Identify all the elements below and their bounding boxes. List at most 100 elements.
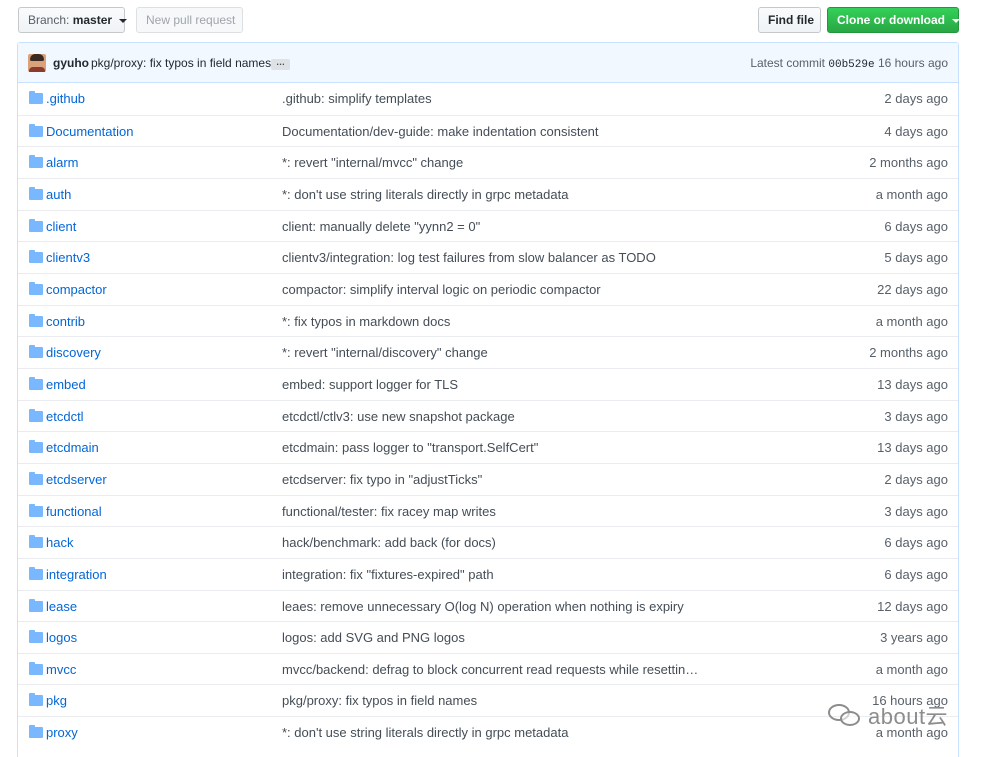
branch-select-button[interactable]: Branch: master [18,7,128,33]
avatar-shirt [29,67,45,72]
avatar[interactable] [28,54,46,72]
commit-age: 13 days ago [877,376,948,392]
folder-icon [29,598,43,612]
folder-icon [29,535,43,549]
commit-age: a month ago [875,313,948,329]
table-row: clientv3 clientv3/integration: log test f… [18,241,958,273]
wechat-bubble-small [840,711,860,726]
watermark-text: about云 [868,704,949,729]
commit-message-link[interactable]: *: revert "internal/mvcc" change [282,155,463,170]
expand-commit-button[interactable]: … [271,58,290,70]
commit-message-link[interactable]: *: fix typos in markdown docs [282,314,450,329]
repo-toolbar: Branch: master New pull request Find fil… [18,7,961,33]
commit-age: 3 days ago [884,408,948,424]
table-row: embed embed: support logger for TLS 13 day… [18,367,958,400]
file-name-link[interactable]: lease [46,599,77,614]
file-name-link[interactable]: functional [46,504,102,519]
folder-icon [29,345,43,359]
file-name-link[interactable]: etcdserver [46,472,107,487]
folder-icon [29,155,43,169]
file-name-link[interactable]: auth [46,187,71,202]
file-name-link[interactable]: clientv3 [46,250,90,265]
file-name-link[interactable]: proxy [46,725,78,740]
commit-message-link[interactable]: etcdserver: fix typo in "adjustTicks" [282,472,482,487]
file-name-link[interactable]: pkg [46,693,67,708]
folder-icon [29,218,43,232]
commit-message-link[interactable]: embed: support logger for TLS [282,377,458,392]
new-pull-request-button[interactable]: New pull request [136,7,243,33]
table-row: contrib *: fix typos in markdown docs a mo… [18,304,958,337]
folder-icon [29,440,43,454]
commit-message-link[interactable]: logos: add SVG and PNG logos [282,630,465,645]
commit-age: 13 days ago [877,440,948,456]
commit-author-link[interactable]: gyuho [53,56,89,70]
commit-age: 4 days ago [884,123,948,139]
table-row: etcdctl etcdctl/ctlv3: use new snapshot p… [18,399,958,432]
folder-icon [29,566,43,580]
table-row: lease leaes: remove unnecessary O(log N) … [18,589,958,622]
latest-commit-bar: gyuho pkg/proxy: fix typos in field name… [18,43,958,83]
commit-message-link[interactable]: pkg/proxy: fix typos in field names [91,56,271,70]
file-list: .github .github: simplify templates 2 days… [18,83,958,748]
commit-age: 16 hours ago [877,56,948,70]
file-name-link[interactable]: compactor [46,282,107,297]
commit-message-link[interactable]: client: manually delete "yynn2 = 0" [282,219,480,234]
file-name-link[interactable]: mvcc [46,662,76,677]
commit-sha-link[interactable]: 00b529e [828,59,874,71]
file-name-link[interactable]: client [46,219,76,234]
file-name-link[interactable]: integration [46,567,107,582]
caret-down-icon [119,18,128,23]
commit-message-link[interactable]: Documentation/dev-guide: make indentatio… [282,124,599,139]
file-name-link[interactable]: .github [46,91,85,106]
commit-message-link[interactable]: *: don't use string literals directly in… [282,187,568,202]
commit-message-link[interactable]: etcdmain: pass logger to "transport.Self… [282,440,538,455]
table-row: hack hack/benchmark: add back (for docs) 6… [18,526,958,558]
commit-age: a month ago [875,661,948,677]
file-name-link[interactable]: contrib [46,314,85,329]
commit-message-link[interactable]: etcdctl/ctlv3: use new snapshot package [282,409,515,424]
folder-icon [29,630,43,644]
commit-message-link[interactable]: pkg/proxy: fix typos in field names [282,693,477,708]
folder-icon [29,250,43,264]
file-table: gyuho pkg/proxy: fix typos in field name… [17,42,959,757]
commit-message-link[interactable]: compactor: simplify interval logic on pe… [282,282,601,297]
commit-message-link[interactable]: mvcc/backend: defrag to block concurrent… [282,662,698,677]
commit-message-link[interactable]: leaes: remove unnecessary O(log N) opera… [282,599,684,614]
commit-message-link[interactable]: *: revert "internal/discovery" change [282,345,488,360]
file-name-link[interactable]: logos [46,630,77,645]
folder-icon [29,661,43,675]
folder-icon [29,91,43,104]
file-name-link[interactable]: Documentation [46,124,133,139]
table-row: discovery *: revert "internal/discovery" … [18,336,958,368]
commit-message-link[interactable]: integration: fix "fixtures-expired" path [282,567,494,582]
file-name-link[interactable]: etcdmain [46,440,99,455]
find-file-button[interactable]: Find file [758,7,821,33]
commit-age: 3 days ago [884,503,948,519]
commit-message-link[interactable]: clientv3/integration: log test failures … [282,250,656,265]
clone-or-download-button[interactable]: Clone or download [827,7,961,33]
commit-age: 22 days ago [877,281,948,297]
table-row: Documentation Documentation/dev-guide: ma… [18,114,958,147]
table-row: functional functional/tester: fix racey m… [18,494,958,527]
table-row: etcdmain etcdmain: pass logger to "transp… [18,431,958,463]
avatar-hair [30,54,44,61]
commit-message-link[interactable]: functional/tester: fix racey map writes [282,504,496,519]
file-name-link[interactable]: embed [46,377,86,392]
commit-age: 6 days ago [884,218,948,234]
table-row: mvcc mvcc/backend: defrag to block concur… [18,652,958,685]
latest-commit-info: Latest commit 00b529e 16 hours ago [750,56,948,71]
file-name-link[interactable]: hack [46,535,73,550]
folder-icon [29,313,43,327]
folder-icon [29,186,43,200]
commit-age: 2 months ago [869,155,948,171]
commit-message-link[interactable]: *: don't use string literals directly in… [282,725,568,740]
file-name-link[interactable]: discovery [46,345,101,360]
commit-message-link[interactable]: .github: simplify templates [282,91,432,106]
folder-icon [29,376,43,390]
file-name-link[interactable]: etcdctl [46,409,84,424]
commit-message-link[interactable]: hack/benchmark: add back (for docs) [282,535,496,550]
watermark: about云 [828,700,948,730]
branch-value: master [72,13,113,27]
file-name-link[interactable]: alarm [46,155,79,170]
commit-age: 12 days ago [877,598,948,614]
